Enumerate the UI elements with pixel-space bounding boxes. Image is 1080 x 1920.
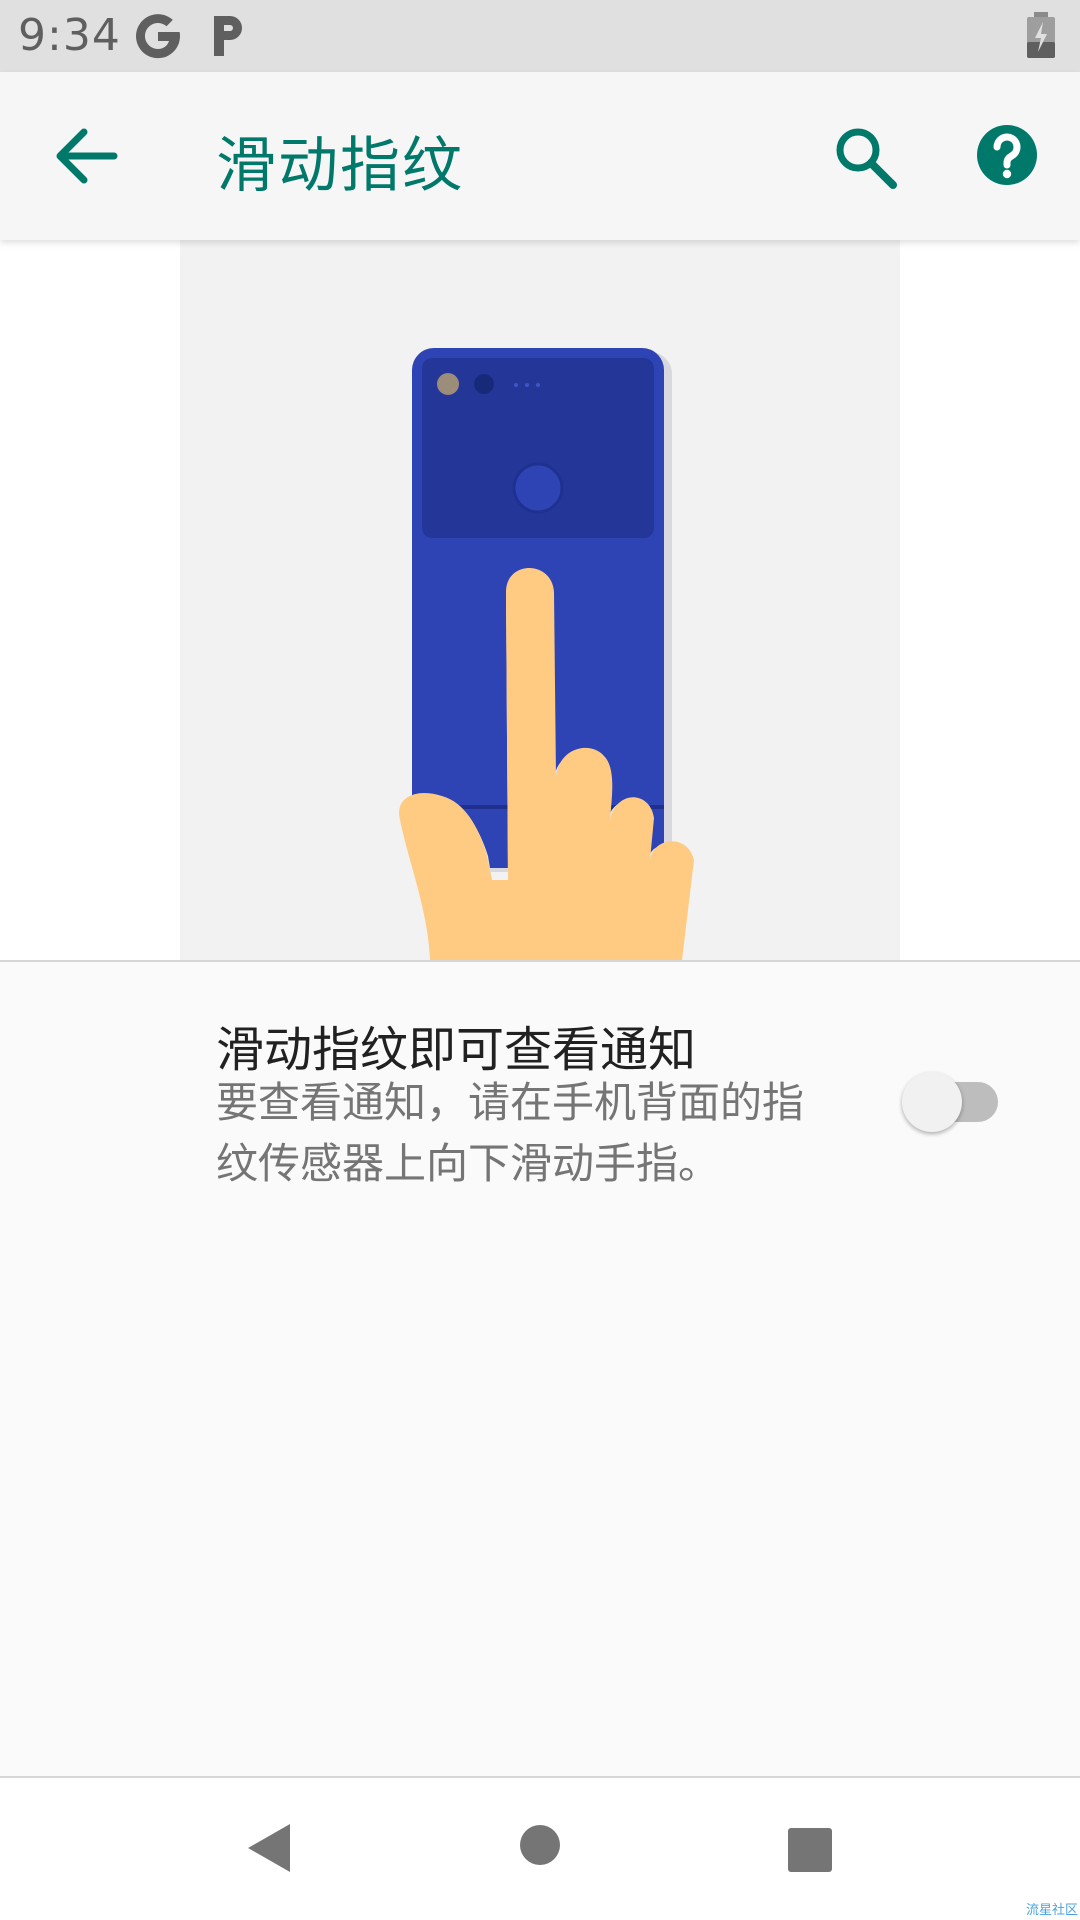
navigation-bar: 流星社区 — [0, 1778, 1080, 1920]
arrow-back-icon[interactable] — [50, 124, 120, 188]
illustration-area — [0, 240, 1080, 960]
phone-swipe-illustration — [399, 348, 694, 960]
setting-title: 滑动指纹即可查看通知 — [216, 1022, 697, 1078]
help-icon[interactable] — [976, 124, 1038, 186]
parking-p-icon — [214, 16, 242, 56]
setting-summary: 要查看通知，请在手机背面的指纹传感器上向下滑动手指。 — [216, 1078, 805, 1188]
search-icon[interactable] — [832, 124, 898, 190]
nav-home-icon[interactable] — [519, 1824, 561, 1866]
status-time: 9:34 — [18, 10, 121, 61]
swipe-fingerprint-setting[interactable]: 滑动指纹即可查看通知 要查看通知，请在手机背面的指纹传感器上向下滑动手指。 — [0, 962, 1080, 1202]
fingerprint-illustration — [180, 240, 900, 960]
page-title: 滑动指纹 — [216, 131, 464, 201]
notification-swipe-toggle[interactable] — [902, 1068, 998, 1132]
toggle-thumb — [902, 1072, 962, 1132]
app-bar: 滑动指纹 — [0, 72, 1080, 240]
status-bar: 9:34 — [0, 0, 1080, 72]
nav-back-icon[interactable] — [244, 1822, 294, 1874]
watermark: 流星社区 — [1025, 1903, 1078, 1918]
nav-recents-icon[interactable] — [786, 1826, 834, 1874]
google-g-icon — [136, 14, 181, 59]
battery-charging-icon — [1027, 12, 1055, 58]
